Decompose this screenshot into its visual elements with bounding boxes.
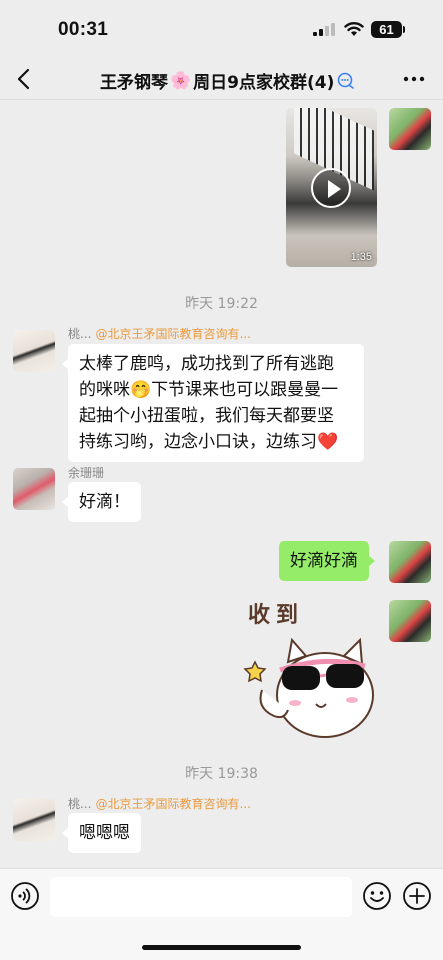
sender-nickname: 桃... (68, 797, 92, 811)
message-bubble-self[interactable]: 好滴好滴 (279, 541, 375, 581)
more-dots-icon[interactable] (402, 70, 426, 88)
battery-tip (403, 26, 405, 33)
plus-icon[interactable] (402, 881, 432, 911)
flower-emoji: 🌸 (170, 70, 192, 91)
status-time: 00:31 (58, 19, 109, 40)
home-indicator (142, 945, 301, 950)
status-bar: 00:31 61 (0, 0, 443, 58)
sender-name: 桃... @北京王矛国际教育咨询有... (68, 325, 251, 342)
message-bubble[interactable]: 嗯嗯嗯 (62, 813, 141, 853)
cellular-signal-icon (313, 23, 335, 36)
message-text: 好滴好滴 (290, 551, 358, 571)
chat-title-part1: 王矛钢琴 (100, 73, 168, 93)
sender-name: 余珊珊 (68, 466, 105, 480)
message-text: 嗯嗯嗯 (79, 823, 130, 843)
chat-title-part2: 周日9点家校群(4) (193, 73, 335, 93)
message-line: 持练习哟，边念小口诀，边练习❤️ (79, 432, 339, 452)
avatar[interactable] (13, 468, 55, 510)
battery-icon: 61 (371, 21, 402, 38)
sticker-message[interactable]: 收到 (240, 600, 375, 740)
sender-nickname: 桃... (68, 327, 92, 341)
message-input[interactable] (50, 877, 352, 917)
sender-org: @北京王矛国际教育咨询有... (95, 797, 251, 811)
sender-name: 桃... @北京王矛国际教育咨询有... (68, 795, 251, 812)
emoji-icon[interactable] (362, 881, 392, 911)
message-bubble[interactable]: 好滴！ (62, 482, 141, 522)
avatar[interactable] (389, 600, 431, 642)
time-separator: 昨天 19:38 (185, 766, 258, 782)
voice-input-icon[interactable] (10, 881, 40, 911)
battery-level: 61 (379, 22, 394, 37)
sender-org: @北京王矛国际教育咨询有... (95, 327, 251, 341)
message-line: 起抽个小扭蛋啦，我们每天都要坚 (79, 406, 334, 426)
chevron-left-icon[interactable] (12, 66, 38, 92)
input-bar (0, 868, 443, 960)
video-duration: 1:35 (350, 251, 372, 263)
avatar[interactable] (13, 330, 55, 372)
video-message[interactable]: 1:35 (286, 108, 377, 267)
chat-title: 王矛钢琴 🌸 周日9点家校群(4) (100, 68, 355, 93)
message-text: 好滴！ (79, 492, 130, 512)
group-chat-icon (338, 72, 355, 89)
message-line: 的咪咪🤭下节课来也可以跟曼曼一 (79, 380, 339, 400)
wifi-icon (344, 22, 364, 36)
message-bubble[interactable]: 太棒了鹿鸣，成功找到了所有逃跑 的咪咪🤭下节课来也可以跟曼曼一 起抽个小扭蛋啦，… (62, 344, 364, 462)
avatar[interactable] (13, 799, 55, 841)
play-icon[interactable] (311, 168, 351, 208)
time-separator: 昨天 19:22 (185, 296, 258, 312)
avatar[interactable] (389, 108, 431, 150)
avatar[interactable] (389, 541, 431, 583)
sticker-text: 收到 (248, 602, 304, 628)
chat-header: 王矛钢琴 🌸 周日9点家校群(4) (0, 58, 443, 100)
message-line: 太棒了鹿鸣，成功找到了所有逃跑 (79, 354, 334, 374)
